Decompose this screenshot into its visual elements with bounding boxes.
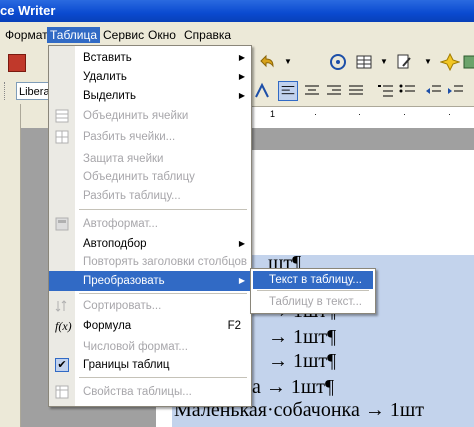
menu-window[interactable]: Окно (145, 27, 179, 43)
checkmark-icon: ✔ (55, 358, 69, 372)
submenu-item-table-to-text[interactable]: Таблицу в текст... (253, 293, 373, 311)
menu-item-merge-cells[interactable]: Объединить ячейки (49, 106, 251, 126)
split-cells-icon (55, 130, 69, 144)
export-pdf-icon[interactable] (8, 54, 26, 72)
menu-item-shortcut: F2 (227, 320, 241, 332)
menu-item-label: Защита ячейки (83, 153, 164, 165)
align-left-icon[interactable] (278, 81, 298, 101)
vertical-ruler (0, 104, 21, 427)
justify-icon[interactable] (346, 81, 366, 101)
undo-dropdown-icon[interactable]: ▼ (278, 52, 298, 72)
increase-indent-icon[interactable] (446, 81, 466, 101)
submenu-arrow-icon: ▶ (238, 72, 245, 81)
table-icon[interactable] (354, 52, 374, 72)
menu-item-sort[interactable]: Сортировать... (49, 296, 251, 316)
menu-item-select[interactable]: Выделить ▶ (49, 86, 251, 106)
menu-item-autofit[interactable]: Автоподбор ▶ (49, 234, 251, 254)
menu-item-convert[interactable]: Преобразовать ▶ (49, 271, 251, 291)
menu-item-label: Автоформат... (83, 218, 158, 230)
menu-table[interactable]: Таблица (47, 27, 101, 43)
ruler-tick: · (403, 109, 406, 119)
convert-submenu: Текст в таблицу... Таблицу в текст... (250, 268, 376, 314)
draw-dropdown-icon[interactable]: ▼ (418, 52, 438, 72)
table-menu: Вставить ▶ Удалить ▶ Выделить ▶ Объедини… (48, 45, 252, 407)
menu-item-delete[interactable]: Удалить ▶ (49, 67, 251, 87)
menu-item-table-boundaries[interactable]: ✔ Границы таблиц (49, 355, 251, 375)
font-name-box[interactable]: Liberat (16, 82, 49, 100)
undo-icon[interactable] (256, 52, 276, 72)
menu-item-label: Границы таблиц (83, 359, 170, 371)
align-center-icon[interactable] (302, 81, 322, 101)
formula-icon: f(x) (55, 319, 72, 333)
align-right-icon[interactable] (324, 81, 344, 101)
autoformat-icon (55, 217, 69, 231)
standard-toolbar: ▼ ▼ ▼ (248, 48, 474, 76)
document-line: а → 1шт¶ (252, 376, 335, 398)
menu-item-label: Вставить (83, 52, 132, 64)
menu-item-repeat-headings[interactable]: Повторять заголовки столбцов (49, 252, 251, 272)
menu-item-autoformat[interactable]: Автоформат... (49, 214, 251, 234)
menu-item-number-format[interactable]: Числовой формат... (49, 337, 251, 357)
ruler-tick: · (314, 109, 317, 119)
data-sources-icon[interactable] (460, 52, 474, 72)
sort-icon (55, 300, 67, 312)
menu-bar: Формат Таблица Сервис Окно Справка (0, 25, 474, 45)
menu-item-label: Объединить таблицу (83, 171, 195, 183)
menu-item-label: Удалить (83, 71, 127, 83)
menu-item-protect-cells[interactable]: Защита ячейки (49, 149, 251, 169)
menu-item-label: Сортировать... (83, 300, 162, 312)
submenu-arrow-icon: ▶ (238, 53, 245, 62)
menu-item-table-properties[interactable]: Свойства таблицы... (49, 382, 251, 402)
menu-item-label: Объединить ячейки (83, 110, 189, 122)
menu-item-label: Разбить таблицу... (83, 190, 181, 202)
ruler-tick: · (448, 109, 451, 119)
submenu-arrow-icon: ▶ (238, 91, 245, 100)
table-properties-icon (55, 385, 69, 399)
formatting-toolbar (248, 78, 474, 104)
menu-item-label: Преобразовать (83, 275, 165, 287)
gallery-icon[interactable] (440, 52, 460, 72)
menu-item-split-table[interactable]: Разбить таблицу... (49, 186, 251, 206)
menu-item-label: Разбить ячейки... (83, 131, 176, 143)
toolbar-grip (4, 82, 7, 100)
menu-tools[interactable]: Сервис (100, 27, 147, 43)
bullets-icon[interactable] (398, 81, 418, 101)
menu-item-label: Повторять заголовки столбцов (83, 256, 248, 268)
ruler-tick: 1 (270, 109, 276, 119)
menu-item-label: Выделить (83, 90, 137, 102)
window-title: ce Writer (0, 3, 56, 18)
show-draw-functions-icon[interactable] (394, 52, 414, 72)
menu-item-formula[interactable]: f(x) Формула F2 (49, 316, 251, 336)
menu-item-label: Свойства таблицы... (83, 386, 192, 398)
menu-item-insert[interactable]: Вставить ▶ (49, 48, 251, 68)
menu-separator (257, 290, 369, 291)
ruler-tick: · (358, 109, 361, 119)
table-dropdown-icon[interactable]: ▼ (374, 52, 394, 72)
menu-separator (79, 209, 247, 210)
submenu-arrow-icon: ▶ (238, 276, 245, 285)
menu-item-label: Формула (83, 320, 132, 332)
document-line: → 1шт¶ (268, 326, 337, 348)
navigator-icon[interactable] (328, 52, 348, 72)
menu-item-merge-table[interactable]: Объединить таблицу (49, 167, 251, 187)
menu-help[interactable]: Справка (181, 27, 234, 43)
menu-format[interactable]: Формат (2, 27, 51, 43)
menu-separator (79, 377, 247, 378)
menu-item-split-cells[interactable]: Разбить ячейки... (49, 127, 251, 147)
font-color-icon[interactable] (252, 81, 272, 101)
window-title-bar: ce Writer (0, 0, 474, 22)
menu-separator (79, 293, 247, 294)
horizontal-ruler[interactable]: 1 · · · · (248, 106, 474, 130)
merge-cells-icon (55, 109, 69, 123)
submenu-arrow-icon: ▶ (238, 239, 245, 248)
decrease-indent-icon[interactable] (424, 81, 444, 101)
numbering-icon[interactable] (376, 81, 396, 101)
document-line: → 1шт¶ (268, 350, 337, 372)
menu-item-label: Числовой формат... (83, 341, 188, 353)
menu-item-label: Автоподбор (83, 238, 147, 250)
submenu-item-text-to-table[interactable]: Текст в таблицу... (253, 271, 373, 289)
